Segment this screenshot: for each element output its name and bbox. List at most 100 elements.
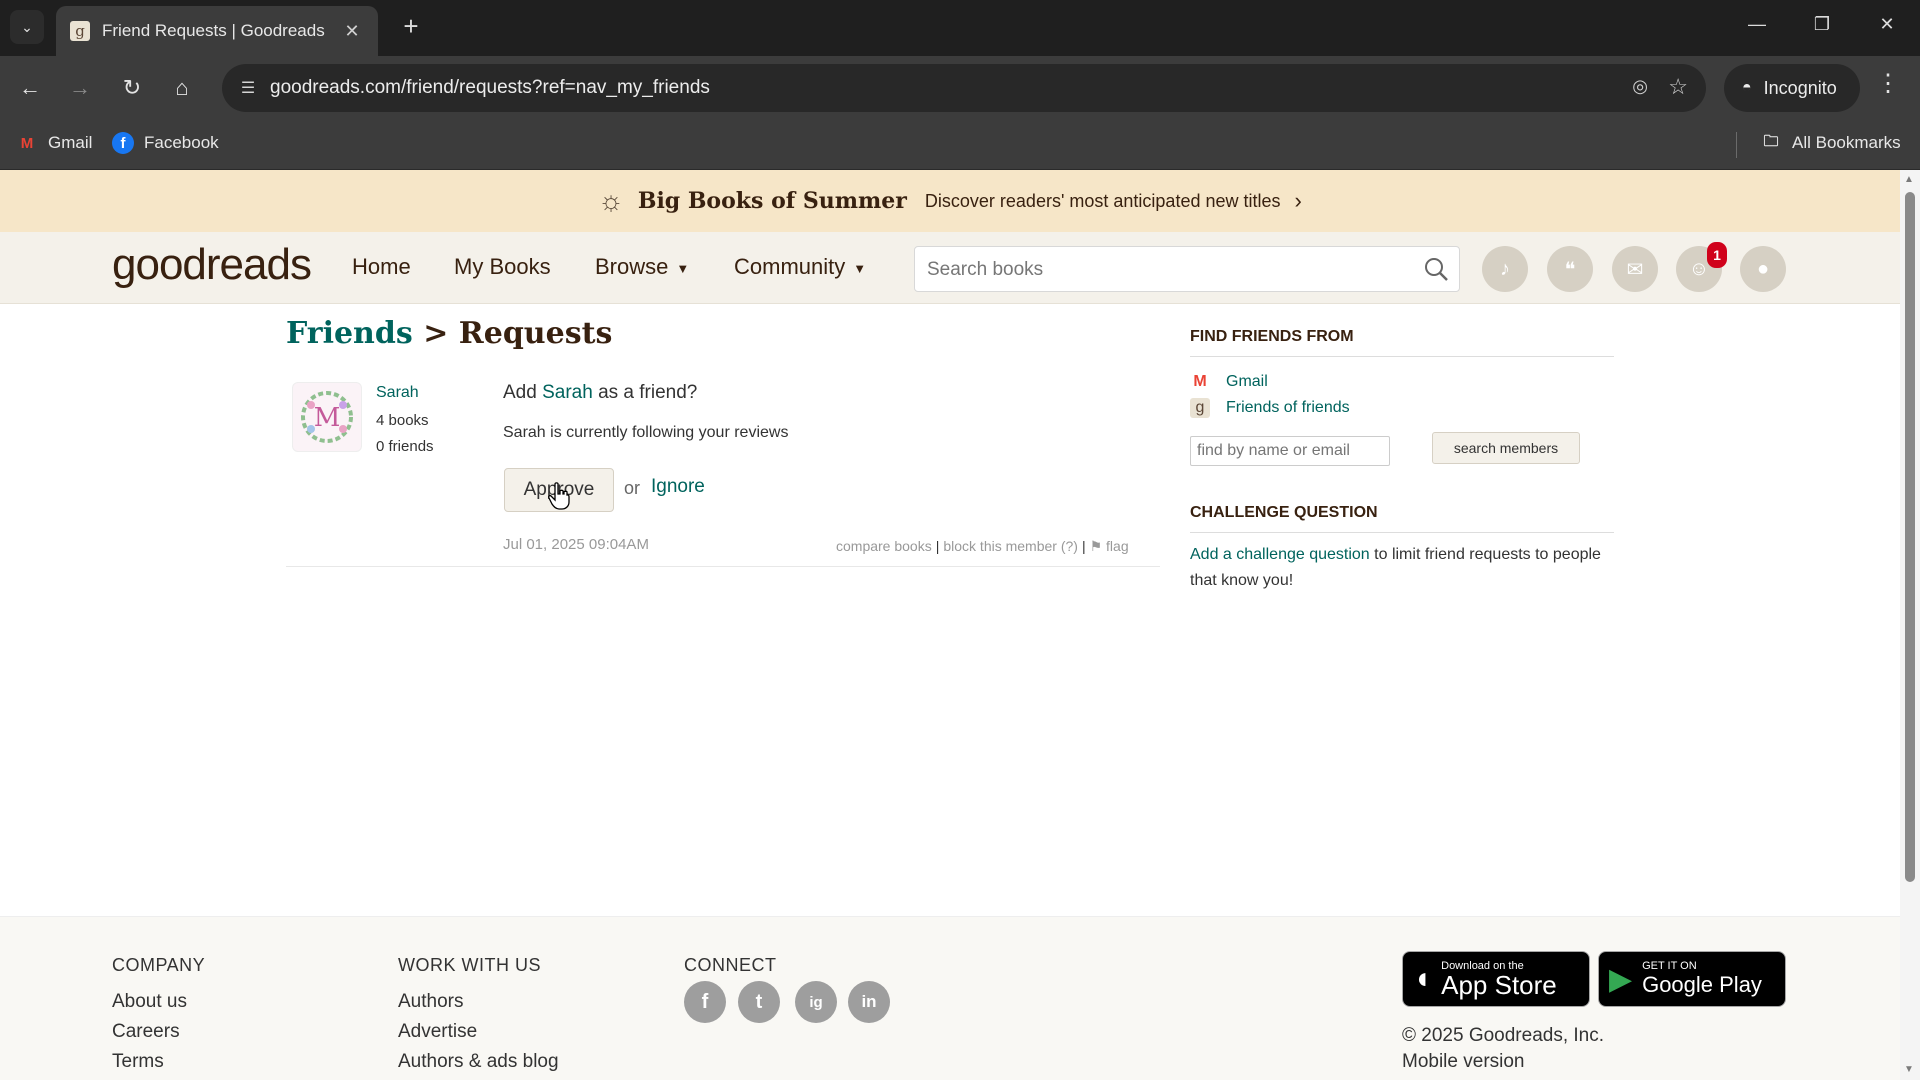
- footer-careers[interactable]: Careers: [112, 1021, 180, 1043]
- page-scrollbar[interactable]: ▲ ▼: [1900, 170, 1920, 1080]
- search-icon[interactable]: [1423, 256, 1449, 287]
- search-input[interactable]: Search books: [914, 246, 1460, 292]
- bookmark-star-icon[interactable]: ☆: [1668, 74, 1688, 100]
- footer-advertise[interactable]: Advertise: [398, 1021, 477, 1043]
- site-settings-icon[interactable]: ☰: [236, 76, 260, 100]
- search-members-button[interactable]: search members: [1432, 432, 1580, 464]
- twitter-icon[interactable]: t: [738, 981, 780, 1023]
- requester-friends-count[interactable]: 0 friends: [376, 438, 434, 455]
- linkedin-icon[interactable]: in: [848, 981, 890, 1023]
- caret-down-icon: ▼: [853, 260, 867, 276]
- ignore-link[interactable]: Ignore: [651, 476, 705, 498]
- breadcrumb-friends-link[interactable]: Friends: [286, 316, 413, 351]
- site-footer: COMPANY About us Careers Terms WORK WITH…: [0, 916, 1900, 1080]
- find-friends-gmail[interactable]: M Gmail: [1190, 372, 1268, 392]
- instagram-icon[interactable]: ig: [795, 981, 837, 1023]
- bookmark-gmail-label: Gmail: [48, 133, 93, 152]
- scrollbar-thumb[interactable]: [1905, 192, 1915, 882]
- requester-avatar[interactable]: M: [292, 382, 362, 452]
- app-store-big: App Store: [1441, 970, 1557, 1000]
- requester-name-link[interactable]: Sarah: [376, 384, 419, 402]
- promo-banner[interactable]: ☼ Big Books of Summer Discover readers' …: [0, 170, 1900, 232]
- browser-menu-icon[interactable]: ⋮: [1876, 72, 1900, 96]
- nav-home[interactable]: Home: [352, 254, 411, 280]
- find-by-name-email-input[interactable]: [1190, 436, 1390, 466]
- caret-down-icon: ▼: [676, 260, 690, 276]
- profile-avatar-icon[interactable]: ●: [1740, 246, 1786, 292]
- incognito-indicator[interactable]: ◓ Incognito: [1724, 64, 1860, 112]
- address-bar[interactable]: ☰ goodreads.com/friend/requests?ref=nav_…: [222, 64, 1706, 112]
- request-question: Add Sarah as a friend?: [503, 382, 697, 404]
- request-note: Sarah is currently following your review…: [503, 424, 789, 441]
- all-bookmarks[interactable]: 🗀 All Bookmarks: [1760, 132, 1900, 154]
- breadcrumb-separator: >: [423, 316, 449, 351]
- facebook-icon[interactable]: f: [684, 981, 726, 1023]
- flag-link[interactable]: flag: [1106, 538, 1129, 554]
- facebook-icon: f: [112, 132, 134, 154]
- url-text[interactable]: goodreads.com/friend/requests?ref=nav_my…: [270, 77, 710, 99]
- find-friends-of-friends[interactable]: g Friends of friends: [1190, 398, 1350, 418]
- breadcrumb-current: Requests: [458, 316, 613, 351]
- close-window-icon[interactable]: ✕: [1872, 14, 1902, 35]
- new-tab-button[interactable]: +: [396, 12, 426, 42]
- footer-authors[interactable]: Authors: [398, 991, 463, 1013]
- find-friends-gmail-label: Gmail: [1226, 373, 1268, 390]
- messages-envelope-icon[interactable]: ✉: [1612, 246, 1658, 292]
- compare-books-link[interactable]: compare books: [836, 538, 932, 554]
- scroll-up-icon[interactable]: ▲: [1904, 174, 1914, 185]
- challenge-text: Add a challenge question to limit friend…: [1190, 542, 1610, 594]
- footer-terms[interactable]: Terms: [112, 1051, 164, 1073]
- gmail-icon: M: [20, 134, 34, 152]
- minimize-icon[interactable]: —: [1742, 14, 1772, 35]
- notifications-bell-icon[interactable]: ♪: [1482, 246, 1528, 292]
- requester-books-count[interactable]: 4 books: [376, 412, 429, 429]
- request-date: Jul 01, 2025 09:04AM: [503, 536, 649, 553]
- bookmark-facebook-label: Facebook: [144, 133, 219, 152]
- sun-book-icon: ☼: [598, 185, 624, 216]
- browser-tab-active[interactable]: g Friend Requests | Goodreads ✕: [56, 6, 378, 56]
- google-play-badge[interactable]: ▶ GET IT ON Google Play: [1598, 951, 1786, 1007]
- home-icon[interactable]: ⌂: [166, 72, 198, 104]
- forward-icon[interactable]: →: [64, 72, 96, 104]
- footer-authors-ads-blog[interactable]: Authors & ads blog: [398, 1051, 559, 1073]
- restore-icon[interactable]: ❐: [1807, 14, 1837, 35]
- goodreads-logo[interactable]: goodreads: [112, 240, 312, 290]
- question-prefix: Add: [503, 382, 537, 403]
- nav-community-label: Community: [734, 254, 846, 279]
- tracking-blocked-icon[interactable]: ◎: [1632, 76, 1648, 97]
- google-play-big: Google Play: [1642, 972, 1762, 997]
- footer-about-us[interactable]: About us: [112, 991, 187, 1013]
- challenge-question-title: CHALLENGE QUESTION: [1190, 504, 1378, 521]
- flag-icon[interactable]: ⚑: [1090, 538, 1103, 554]
- app-store-badge[interactable]: ◖ Download on the App Store: [1402, 951, 1590, 1007]
- reload-icon[interactable]: ↻: [116, 72, 148, 104]
- nav-community[interactable]: Community ▼: [734, 254, 866, 280]
- request-divider: [286, 566, 1160, 567]
- nav-browse[interactable]: Browse ▼: [595, 254, 689, 280]
- browser-tabstrip: ⌄ g Friend Requests | Goodreads ✕ + — ❐ …: [0, 0, 1920, 56]
- mobile-version-link[interactable]: Mobile version: [1402, 1051, 1525, 1073]
- incognito-icon: ◓: [1742, 79, 1752, 96]
- footer-connect-title: CONNECT: [684, 955, 777, 975]
- block-member-link[interactable]: block this member (?): [943, 538, 1078, 554]
- find-friends-title: FIND FRIENDS FROM: [1190, 328, 1354, 345]
- goodreads-favicon-icon: g: [70, 21, 90, 41]
- tab-close-icon[interactable]: ✕: [340, 21, 364, 42]
- chevron-right-icon: ›: [1294, 188, 1302, 213]
- question-name-link[interactable]: Sarah: [542, 382, 593, 403]
- bookmark-gmail[interactable]: M Gmail: [16, 132, 93, 154]
- request-actions: compare books | block this member (?) | ⚑ fl…: [836, 538, 1129, 555]
- tab-search-button[interactable]: ⌄: [10, 10, 44, 44]
- browser-toolbar: ← → ↻ ⌂ ☰ goodreads.com/friend/requests?…: [0, 56, 1920, 120]
- question-suffix: as a friend?: [598, 382, 698, 403]
- google-play-small: GET IT ON: [1642, 960, 1697, 972]
- promo-text: Discover readers' most anticipated new t…: [924, 190, 1281, 211]
- discussions-icon[interactable]: ❝: [1547, 246, 1593, 292]
- add-challenge-question-link[interactable]: Add a challenge question: [1190, 546, 1370, 563]
- scroll-down-icon[interactable]: ▼: [1904, 1064, 1914, 1075]
- nav-my-books[interactable]: My Books: [454, 254, 551, 280]
- floral-wreath-icon: M: [301, 391, 353, 443]
- page-title-breadcrumb: Friends > Requests: [286, 316, 612, 351]
- bookmark-facebook[interactable]: f Facebook: [112, 132, 219, 154]
- back-icon[interactable]: ←: [14, 72, 46, 104]
